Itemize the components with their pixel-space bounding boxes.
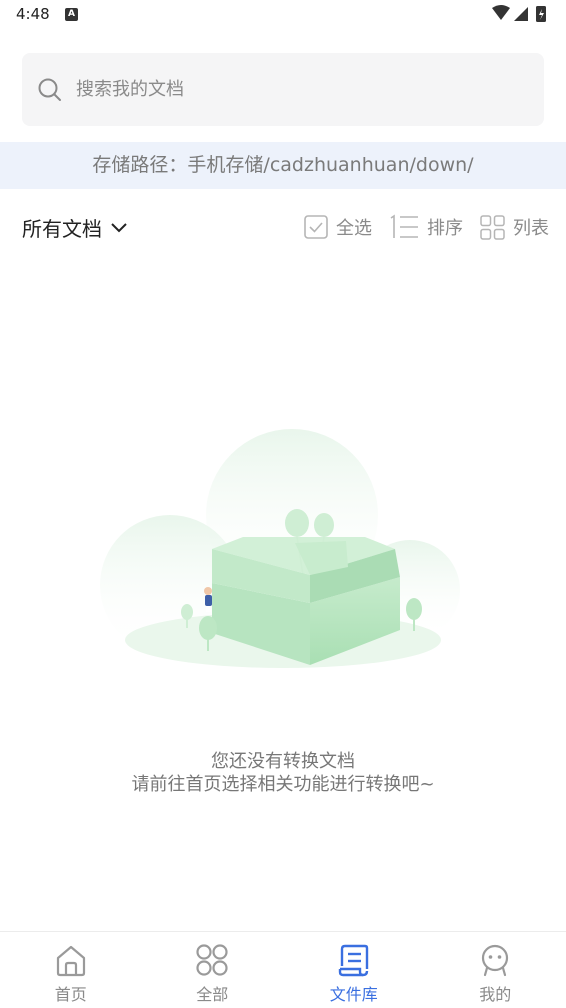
- storage-path-banner: 存储路径：手机存储/cadzhuanhuan/down/: [0, 142, 566, 189]
- document-icon: [338, 944, 368, 977]
- chevron-down-icon: [111, 222, 127, 232]
- tab-file-library-label: 文件库: [329, 985, 378, 1004]
- tab-all[interactable]: 全部: [142, 932, 284, 1008]
- filter-bar: 所有文档 全选 排序 列表: [0, 205, 566, 249]
- checkbox-icon: [304, 215, 328, 239]
- search-box[interactable]: [22, 53, 544, 126]
- sort-label: 排序: [427, 218, 463, 239]
- tab-profile[interactable]: 我的: [425, 932, 566, 1008]
- status-time: 4:48: [16, 5, 50, 23]
- search-icon: [38, 78, 61, 101]
- empty-state-subtitle: 请前往首页选择相关功能进行转换吧~: [131, 774, 435, 795]
- profile-icon: [482, 944, 509, 977]
- document-filter-label: 所有文档: [22, 217, 102, 241]
- select-all-label: 全选: [336, 218, 372, 239]
- wifi-icon: [492, 5, 510, 20]
- tab-home-label: 首页: [54, 985, 87, 1004]
- bottom-tab-bar: 首页 全部 文件库 我的: [0, 931, 566, 1008]
- tab-home[interactable]: 首页: [0, 932, 142, 1008]
- document-filter-dropdown[interactable]: 所有文档: [22, 213, 128, 242]
- select-all-button[interactable]: 全选: [304, 213, 372, 241]
- status-icons: [492, 5, 546, 22]
- tab-profile-label: 我的: [479, 985, 512, 1004]
- home-icon: [56, 945, 85, 977]
- tab-file-library[interactable]: 文件库: [283, 932, 425, 1008]
- list-view-label: 列表: [513, 218, 549, 239]
- list-view-button[interactable]: 列表: [480, 213, 549, 241]
- sort-button[interactable]: 排序: [389, 213, 463, 241]
- search-input[interactable]: [76, 53, 516, 126]
- signal-icon: [514, 7, 528, 21]
- sort-icon: [390, 214, 418, 238]
- empty-box-illustration: [100, 429, 460, 668]
- grid-icon: [196, 944, 228, 976]
- tab-all-label: 全部: [196, 985, 229, 1004]
- notification-icon: A: [65, 8, 78, 21]
- grid-view-icon: [480, 214, 505, 240]
- status-bar: 4:48 A: [0, 0, 566, 30]
